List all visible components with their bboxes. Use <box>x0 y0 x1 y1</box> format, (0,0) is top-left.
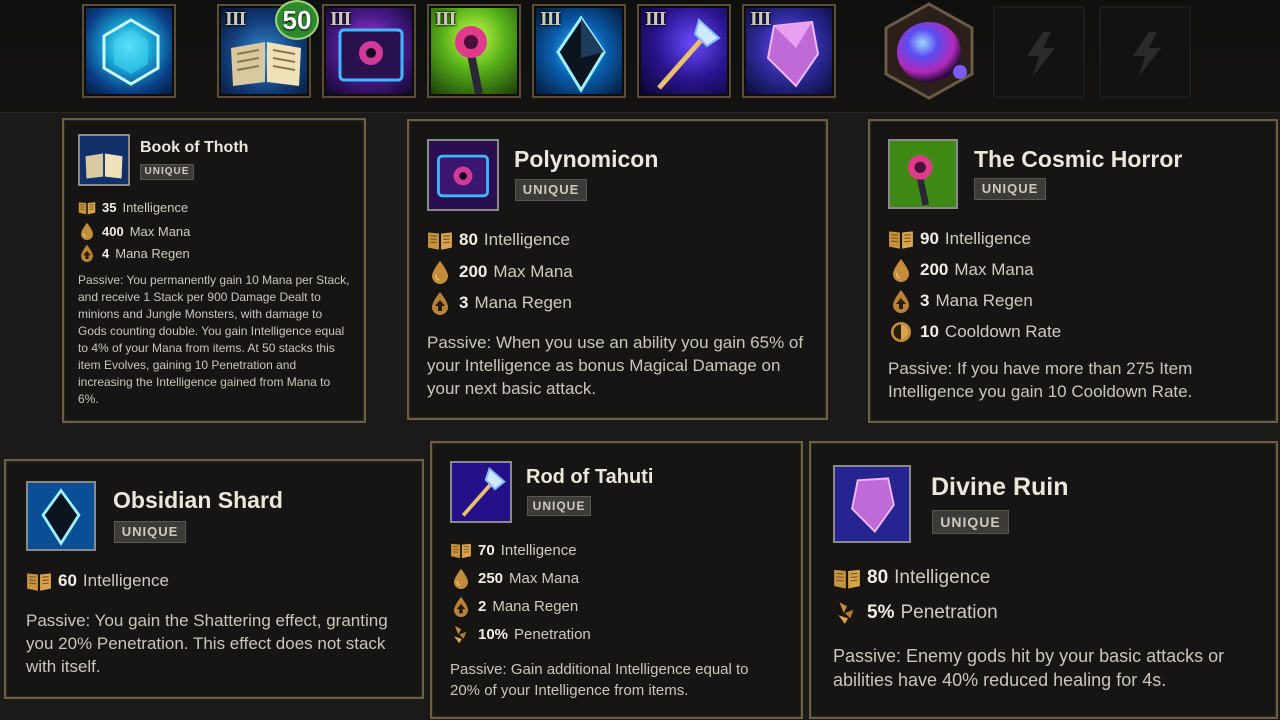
level-badge: 50 <box>275 0 319 40</box>
mana-icon <box>450 568 472 589</box>
intelligence-icon <box>26 570 52 592</box>
item-name: Polynomicon <box>514 146 659 172</box>
item-tooltip-divine-ruin: Divine Ruin UNIQUE 80 Intelligence 5% Pene… <box>809 441 1278 719</box>
polynomicon-icon <box>427 139 499 211</box>
empty-slot-lightning-icon <box>1027 32 1055 76</box>
penetration-icon <box>450 624 472 645</box>
cooldown-rate-icon <box>888 320 914 344</box>
mana-regen-icon <box>427 291 453 315</box>
intelligence-icon <box>833 566 861 590</box>
penetration-icon <box>833 600 861 626</box>
unique-badge: UNIQUE <box>515 179 587 201</box>
stat-intelligence: 35 Intelligence <box>78 200 188 215</box>
stat-max-mana: 200 Max Mana <box>427 260 573 284</box>
mana-icon <box>888 258 914 282</box>
relic-orb-icon[interactable] <box>880 2 978 100</box>
stat-penetration: 10% Penetration <box>450 624 591 645</box>
item-slot-polynomicon[interactable]: III <box>322 4 416 98</box>
cosmic-horror-icon <box>888 139 958 209</box>
passive-text: Passive: You permanently gain 10 Mana pe… <box>78 273 350 406</box>
stat-intelligence: 70 Intelligence <box>450 541 577 559</box>
item-name: Rod of Tahuti <box>526 466 654 488</box>
starter-gem-icon <box>102 18 160 86</box>
mana-regen-icon <box>78 244 96 262</box>
stat-max-mana: 250 Max Mana <box>450 568 579 589</box>
mana-icon <box>78 222 96 240</box>
stat-mana-regen: 4 Mana Regen <box>78 244 190 262</box>
stat-intelligence: 90 Intelligence <box>888 228 1031 250</box>
passive-text: Passive: Gain additional Intelligence eq… <box>450 661 749 699</box>
item-name: Book of Thoth <box>140 139 249 156</box>
unique-badge: UNIQUE <box>932 510 1009 534</box>
item-tooltip-cosmic-horror: The Cosmic Horror UNIQUE 90 Intelligence … <box>868 119 1278 423</box>
tier-label: III <box>225 8 246 30</box>
stat-cooldown-rate: 10 Cooldown Rate <box>888 320 1061 344</box>
stat-penetration: 5% Penetration <box>833 600 998 626</box>
item-name: Obsidian Shard <box>113 487 283 513</box>
item-name: Divine Ruin <box>931 473 1069 501</box>
tier-label: III <box>435 8 456 30</box>
intelligence-icon <box>427 229 453 251</box>
tier-label: III <box>540 8 561 30</box>
divine-ruin-icon <box>833 465 911 543</box>
stat-mana-regen: 2 Mana Regen <box>450 596 578 617</box>
rod-of-tahuti-icon <box>450 461 512 523</box>
item-slot-obsidian-shard[interactable]: III <box>532 4 626 98</box>
stat-max-mana: 400 Max Mana <box>78 222 190 240</box>
stat-intelligence: 80 Intelligence <box>833 566 990 590</box>
empty-relic-slot[interactable] <box>993 6 1085 98</box>
empty-relic-slot[interactable] <box>1099 6 1191 98</box>
passive-text: Passive: If you have more than 275 Item … <box>888 359 1193 401</box>
passive-text: Passive: When you use an ability you gai… <box>427 333 804 398</box>
stat-mana-regen: 3 Mana Regen <box>427 291 572 315</box>
tier-label: III <box>645 8 666 30</box>
tier-label: III <box>750 8 771 30</box>
stat-intelligence: 60 Intelligence <box>26 570 169 592</box>
item-slot-cosmic-horror[interactable]: III <box>427 4 521 98</box>
mana-icon <box>427 260 453 284</box>
unique-badge: UNIQUE <box>140 164 194 180</box>
passive-text: Passive: You gain the Shattering effect,… <box>26 611 388 676</box>
unique-badge: UNIQUE <box>114 521 186 543</box>
unique-badge: UNIQUE <box>974 178 1046 200</box>
mana-regen-icon <box>888 289 914 313</box>
tier-label: III <box>330 8 351 30</box>
item-slot-divine-ruin[interactable]: III <box>742 4 836 98</box>
unique-badge: UNIQUE <box>527 496 591 516</box>
empty-slot-lightning-icon <box>1133 32 1161 76</box>
book-of-thoth-icon <box>78 134 130 186</box>
item-slot-rod-of-tahuti[interactable]: III <box>637 4 731 98</box>
intelligence-icon <box>450 541 472 559</box>
mana-regen-icon <box>450 596 472 617</box>
item-name: The Cosmic Horror <box>974 146 1183 172</box>
starter-item-slot[interactable] <box>82 4 176 98</box>
item-tooltip-rod-of-tahuti: Rod of Tahuti UNIQUE 70 Intelligence 250 M… <box>430 441 803 719</box>
item-build-bar: III III III III III III 50 <box>0 0 1280 113</box>
item-tooltip-obsidian-shard: Obsidian Shard UNIQUE 60 Intelligence Pas… <box>4 459 424 699</box>
stat-max-mana: 200 Max Mana <box>888 258 1034 282</box>
item-tooltip-polynomicon: Polynomicon UNIQUE 80 Intelligence 200 Max… <box>407 119 828 420</box>
intelligence-icon <box>888 228 914 250</box>
intelligence-icon <box>78 200 96 215</box>
stat-mana-regen: 3 Mana Regen <box>888 289 1033 313</box>
item-tooltip-book-of-thoth: Book of Thoth UNIQUE 35 Intelligence 400 M… <box>62 118 366 423</box>
stat-intelligence: 80 Intelligence <box>427 229 570 251</box>
passive-text: Passive: Enemy gods hit by your basic at… <box>833 646 1225 690</box>
obsidian-shard-icon <box>26 481 96 551</box>
